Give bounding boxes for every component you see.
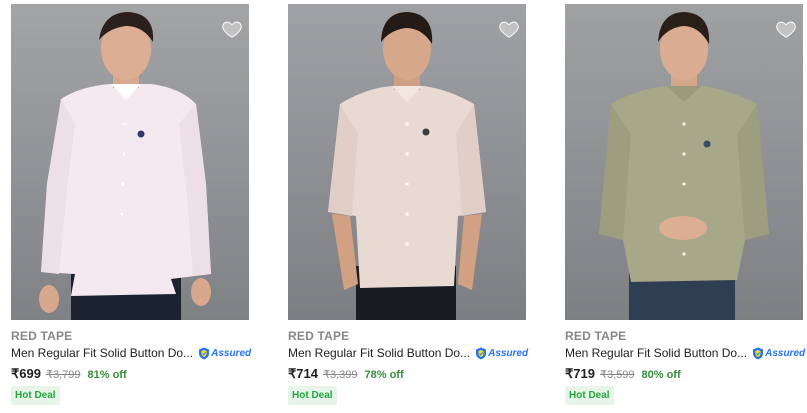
discount-percent: 78% off (364, 369, 404, 381)
shield-icon (199, 347, 210, 359)
product-grid: RED TAPE Men Regular Fit Solid Button Do… (0, 0, 807, 413)
shield-icon (476, 347, 487, 359)
assured-label: Assured (765, 347, 806, 359)
product-brand: RED TAPE (11, 329, 73, 343)
model-photo (599, 12, 769, 320)
discount-percent: 81% off (87, 369, 127, 381)
product-title-row: Men Regular Fit Solid Button Do... Assur… (11, 345, 251, 361)
product-card[interactable]: RED TAPE Men Regular Fit Solid Button Do… (286, 0, 528, 413)
product-image[interactable] (288, 4, 526, 320)
price-row: ₹714 ₹3,399 78% off (288, 366, 404, 382)
model-photo (328, 12, 486, 320)
discount-percent: 80% off (641, 369, 681, 381)
heart-icon[interactable] (221, 18, 243, 40)
hot-deal-badge: Hot Deal (11, 386, 60, 405)
price-row: ₹719 ₹3,599 80% off (565, 366, 681, 382)
heart-icon[interactable] (498, 18, 520, 40)
assured-label: Assured (211, 347, 252, 359)
product-title[interactable]: Men Regular Fit Solid Button Do... (11, 346, 193, 360)
heart-icon[interactable] (775, 18, 797, 40)
hot-deal-badge: Hot Deal (288, 386, 337, 405)
product-image[interactable] (11, 4, 249, 320)
product-image[interactable] (565, 4, 803, 320)
product-title[interactable]: Men Regular Fit Solid Button Do... (565, 346, 747, 360)
selling-price: ₹714 (288, 366, 318, 381)
product-title-row: Men Regular Fit Solid Button Do... Assur… (288, 345, 528, 361)
product-title-row: Men Regular Fit Solid Button Do... Assur… (565, 345, 805, 361)
product-brand: RED TAPE (288, 329, 350, 343)
selling-price: ₹699 (11, 366, 41, 381)
product-card[interactable]: RED TAPE Men Regular Fit Solid Button Do… (563, 0, 805, 413)
assured-label: Assured (488, 347, 529, 359)
hot-deal-badge: Hot Deal (565, 386, 614, 405)
selling-price: ₹719 (565, 366, 595, 381)
assured-badge: Assured (475, 347, 528, 360)
model-photo (39, 12, 211, 320)
shield-icon (753, 347, 764, 359)
product-card[interactable]: RED TAPE Men Regular Fit Solid Button Do… (9, 0, 251, 413)
original-price: ₹3,399 (322, 369, 358, 381)
original-price: ₹3,599 (599, 369, 635, 381)
product-title[interactable]: Men Regular Fit Solid Button Do... (288, 346, 470, 360)
assured-badge: Assured (198, 347, 251, 360)
original-price: ₹3,799 (45, 369, 81, 381)
price-row: ₹699 ₹3,799 81% off (11, 366, 127, 382)
assured-badge: Assured (752, 347, 805, 360)
product-brand: RED TAPE (565, 329, 627, 343)
